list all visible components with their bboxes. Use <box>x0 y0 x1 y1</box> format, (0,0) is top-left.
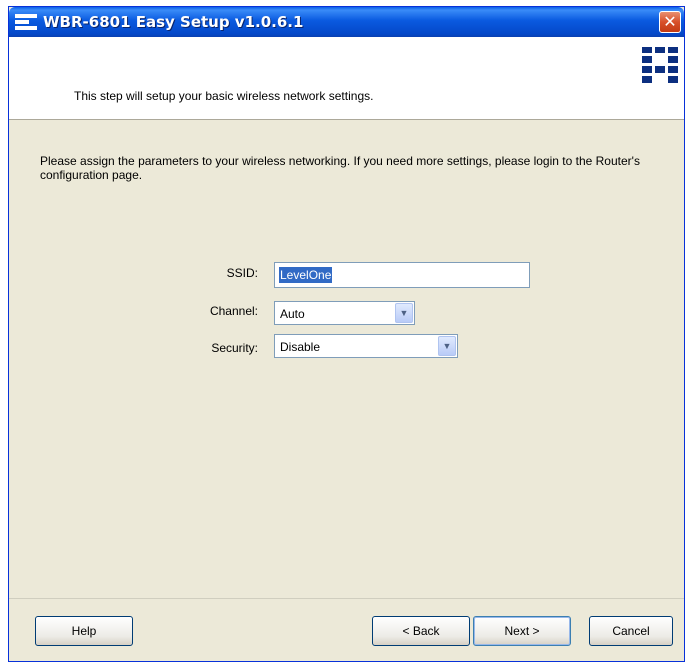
ssid-value: LevelOne <box>279 267 333 283</box>
channel-label: Channel: <box>209 304 258 318</box>
help-button[interactable]: Help <box>35 616 133 646</box>
setup-wizard-window: WBR-6801 Easy Setup v1.0.6.1 ✕ This step… <box>8 6 685 662</box>
ssid-label: SSID: <box>226 266 258 280</box>
channel-select[interactable]: Auto ▼ <box>274 301 415 325</box>
next-button[interactable]: Next > <box>473 616 571 646</box>
app-logo-icon <box>15 14 37 30</box>
close-button[interactable]: ✕ <box>659 11 681 33</box>
channel-value: Auto <box>280 307 305 321</box>
instructions-text: Please assign the parameters to your wir… <box>40 154 640 182</box>
header-text: This step will setup your basic wireless… <box>74 89 374 103</box>
cancel-button[interactable]: Cancel <box>589 616 673 646</box>
chevron-down-icon[interactable]: ▼ <box>438 336 456 356</box>
window-title: WBR-6801 Easy Setup v1.0.6.1 <box>43 13 304 31</box>
levelone-logo-icon <box>642 47 678 83</box>
footer-divider <box>9 598 684 599</box>
chevron-down-icon[interactable]: ▼ <box>395 303 413 323</box>
security-value: Disable <box>280 340 321 354</box>
wizard-header: This step will setup your basic wireless… <box>9 37 684 120</box>
ssid-input[interactable]: LevelOne <box>274 262 530 288</box>
title-bar[interactable]: WBR-6801 Easy Setup v1.0.6.1 ✕ <box>9 7 684 37</box>
back-button[interactable]: < Back <box>372 616 470 646</box>
security-label: Security: <box>211 341 258 355</box>
security-select[interactable]: Disable ▼ <box>274 334 458 358</box>
